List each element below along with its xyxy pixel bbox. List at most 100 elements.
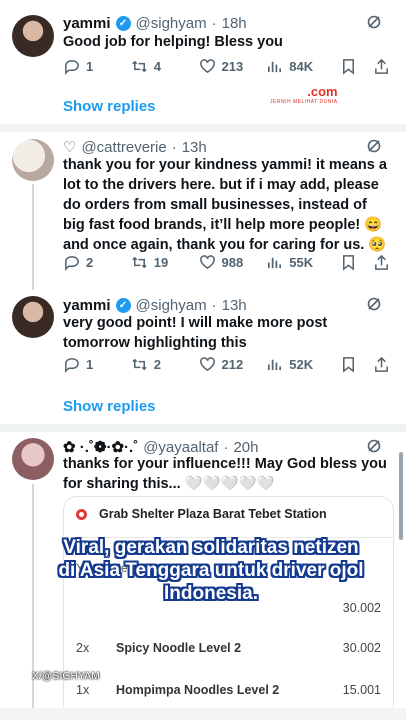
- timestamp[interactable]: 13h: [182, 139, 207, 156]
- bookmark-button[interactable]: [340, 254, 373, 271]
- views-count: 55K: [289, 254, 314, 270]
- avatar[interactable]: [12, 139, 54, 181]
- avatar[interactable]: [12, 296, 54, 338]
- watermark-text: .com: [307, 84, 338, 99]
- reply-button[interactable]: 2: [63, 254, 131, 271]
- action-bar: 1 4 213 84K: [63, 56, 396, 76]
- retweet-button[interactable]: 2: [131, 356, 199, 373]
- author-handle[interactable]: @sighyam: [136, 297, 207, 314]
- avatar[interactable]: [12, 438, 54, 480]
- heart-icon: [199, 254, 215, 269]
- author-handle[interactable]: @cattreverie: [81, 139, 166, 156]
- reply-button[interactable]: 1: [63, 356, 131, 373]
- verified-badge-icon: ✓: [115, 297, 131, 313]
- watermark-tagline: JERNIH MELIHAT DUNIA: [270, 99, 338, 105]
- bookmark-button[interactable]: [340, 356, 373, 373]
- separator-dot: ·: [211, 296, 217, 314]
- separator-dot: ·: [171, 138, 177, 156]
- tweet-text: very good point! I will make more post t…: [63, 315, 328, 351]
- scrollbar[interactable]: [399, 452, 403, 540]
- action-bar: 1 2 212 52K: [63, 354, 396, 374]
- views-count: 52K: [289, 356, 314, 372]
- item-price: 30.002: [342, 641, 381, 655]
- bookmark-button[interactable]: [340, 58, 373, 75]
- show-replies-link[interactable]: Show replies: [63, 398, 156, 415]
- like-count: 988: [221, 254, 244, 270]
- author-name[interactable]: yammi: [63, 15, 111, 32]
- divider: [0, 424, 406, 432]
- order-receipt-image[interactable]: Grab Shelter Plaza Barat Tebet Station Y…: [63, 496, 394, 720]
- reply-icon: [65, 255, 79, 271]
- tweet-3[interactable]: yammi ✓ @sighyam · 13h very good point! …: [0, 294, 406, 424]
- reply-count: 2: [86, 254, 94, 270]
- author-handle[interactable]: @yayaaltaf: [143, 439, 218, 456]
- item-price: 15.001: [342, 683, 381, 697]
- views-button[interactable]: 55K: [266, 254, 340, 271]
- grok-icon[interactable]: [366, 438, 382, 454]
- tweet-text: thank you for your kindness yammi! it me…: [63, 157, 387, 253]
- like-button[interactable]: 213: [199, 58, 267, 75]
- order-item: 1x Hompimpa Noodles Level 2 15.001: [76, 683, 381, 697]
- order-item: 2x Spicy Noodle Level 2 30.002: [76, 641, 381, 655]
- views-icon: [268, 257, 282, 268]
- views-icon: [268, 359, 282, 370]
- retweet-button[interactable]: 4: [131, 58, 199, 75]
- retweet-button[interactable]: 19: [131, 254, 199, 271]
- reply-count: 1: [86, 58, 94, 74]
- location-pin-icon: [76, 508, 87, 520]
- reply-count: 1: [86, 356, 94, 372]
- action-bar: 2 19 988 55K: [63, 252, 396, 272]
- share-button[interactable]: [373, 58, 396, 75]
- separator-dot: ·: [223, 438, 229, 456]
- video-caption: Viral, gerakan solidaritas netizen di As…: [58, 537, 364, 604]
- tweet-text: Good job for helping! Bless you: [63, 34, 283, 50]
- grok-icon[interactable]: [366, 296, 382, 312]
- tweet-text: thanks for your influence!!! May God ble…: [63, 456, 387, 492]
- bookmark-icon: [342, 58, 354, 75]
- bookmark-icon: [342, 254, 354, 271]
- divider: [0, 124, 406, 132]
- tweet-header: yammi ✓ @sighyam · 18h: [63, 12, 247, 34]
- timestamp[interactable]: 20h: [233, 439, 258, 456]
- grok-icon[interactable]: [366, 14, 382, 30]
- views-count: 84K: [289, 58, 314, 74]
- retweet-icon: [132, 358, 147, 370]
- retweet-icon: [132, 60, 147, 72]
- grok-icon[interactable]: [366, 138, 382, 154]
- item-qty: 2x: [76, 641, 90, 655]
- thread-line: [32, 184, 34, 290]
- bookmark-icon: [342, 356, 354, 373]
- retweet-count: 4: [153, 58, 161, 74]
- timestamp[interactable]: 18h: [222, 15, 247, 32]
- reply-bar[interactable]: [0, 708, 406, 720]
- reply-icon: [65, 357, 79, 373]
- tweet-2[interactable]: ♡ @cattreverie · 13h thank you for your …: [0, 136, 406, 286]
- like-button[interactable]: 212: [199, 356, 267, 373]
- order-location-text: Grab Shelter Plaza Barat Tebet Station: [99, 507, 327, 521]
- views-icon: [268, 61, 282, 72]
- views-button[interactable]: 52K: [266, 356, 340, 373]
- views-button[interactable]: 84K: [266, 58, 340, 75]
- verified-badge-icon: ✓: [115, 15, 131, 31]
- share-icon: [374, 58, 388, 74]
- source-credit: X/@SIGHYAM: [32, 671, 100, 682]
- timestamp[interactable]: 13h: [222, 297, 247, 314]
- like-button[interactable]: 988: [199, 254, 267, 271]
- like-count: 213: [221, 58, 244, 74]
- item-name: Spicy Noodle Level 2: [116, 641, 242, 655]
- share-button[interactable]: [373, 356, 396, 373]
- retweet-count: 19: [153, 254, 169, 270]
- reply-button[interactable]: 1: [63, 58, 131, 75]
- tweet-1[interactable]: yammi ✓ @sighyam · 18h Good job for help…: [0, 12, 406, 130]
- show-replies-link[interactable]: Show replies: [63, 98, 156, 115]
- share-icon: [374, 356, 388, 372]
- author-name[interactable]: yammi: [63, 297, 111, 314]
- author-handle[interactable]: @sighyam: [136, 15, 207, 32]
- item-name: Hompimpa Noodles Level 2: [116, 683, 280, 697]
- heart-prefix-icon: ♡: [63, 139, 77, 156]
- share-button[interactable]: [373, 254, 396, 271]
- heart-icon: [199, 356, 215, 371]
- like-count: 212: [221, 356, 244, 372]
- retweet-icon: [132, 256, 147, 268]
- avatar[interactable]: [12, 15, 54, 57]
